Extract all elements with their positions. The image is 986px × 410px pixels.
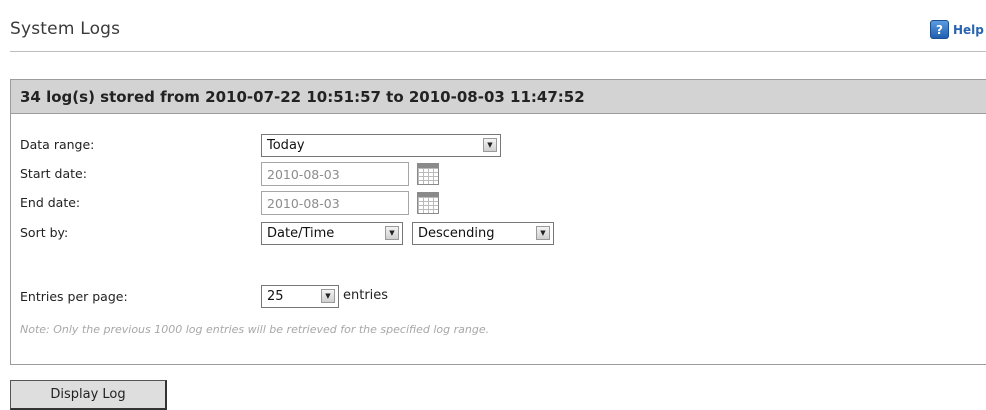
end-date-label: End date: — [20, 195, 81, 210]
log-summary-header: 34 log(s) stored from 2010-07-22 10:51:5… — [11, 80, 986, 114]
help-label[interactable]: Help — [953, 23, 984, 37]
chevron-down-icon[interactable]: ▼ — [321, 289, 335, 303]
display-log-button[interactable]: Display Log — [10, 380, 167, 410]
chevron-down-icon[interactable]: ▼ — [483, 138, 497, 152]
end-date-field[interactable] — [261, 191, 409, 215]
sort-order-value: Descending — [418, 226, 495, 241]
page-title: System Logs — [10, 19, 121, 39]
chevron-down-icon[interactable]: ▼ — [385, 226, 399, 240]
calendar-icon[interactable] — [417, 192, 439, 214]
sort-field-value: Date/Time — [267, 226, 335, 241]
start-date-label: Start date: — [20, 166, 87, 181]
entries-per-page-value: 25 — [267, 289, 284, 304]
calendar-icon[interactable] — [417, 163, 439, 185]
start-date-field[interactable] — [261, 162, 409, 186]
data-range-label: Data range: — [20, 137, 95, 152]
sort-order-select[interactable]: Descending ▼ — [412, 222, 554, 245]
help-link[interactable]: ? Help — [930, 20, 984, 39]
sort-by-label: Sort by: — [20, 225, 69, 240]
title-divider — [10, 51, 986, 52]
log-options-panel: 34 log(s) stored from 2010-07-22 10:51:5… — [10, 79, 986, 365]
sort-field-select[interactable]: Date/Time ▼ — [261, 222, 403, 245]
data-range-select[interactable]: Today ▼ — [261, 134, 501, 157]
retrieval-note: Note: Only the previous 1000 log entries… — [20, 323, 490, 336]
entries-suffix: entries — [343, 288, 389, 303]
chevron-down-icon[interactable]: ▼ — [536, 226, 550, 240]
help-icon[interactable]: ? — [930, 20, 949, 39]
entries-per-page-select[interactable]: 25 ▼ — [261, 285, 339, 308]
entries-per-page-label: Entries per page: — [20, 289, 128, 304]
data-range-value: Today — [267, 138, 305, 153]
